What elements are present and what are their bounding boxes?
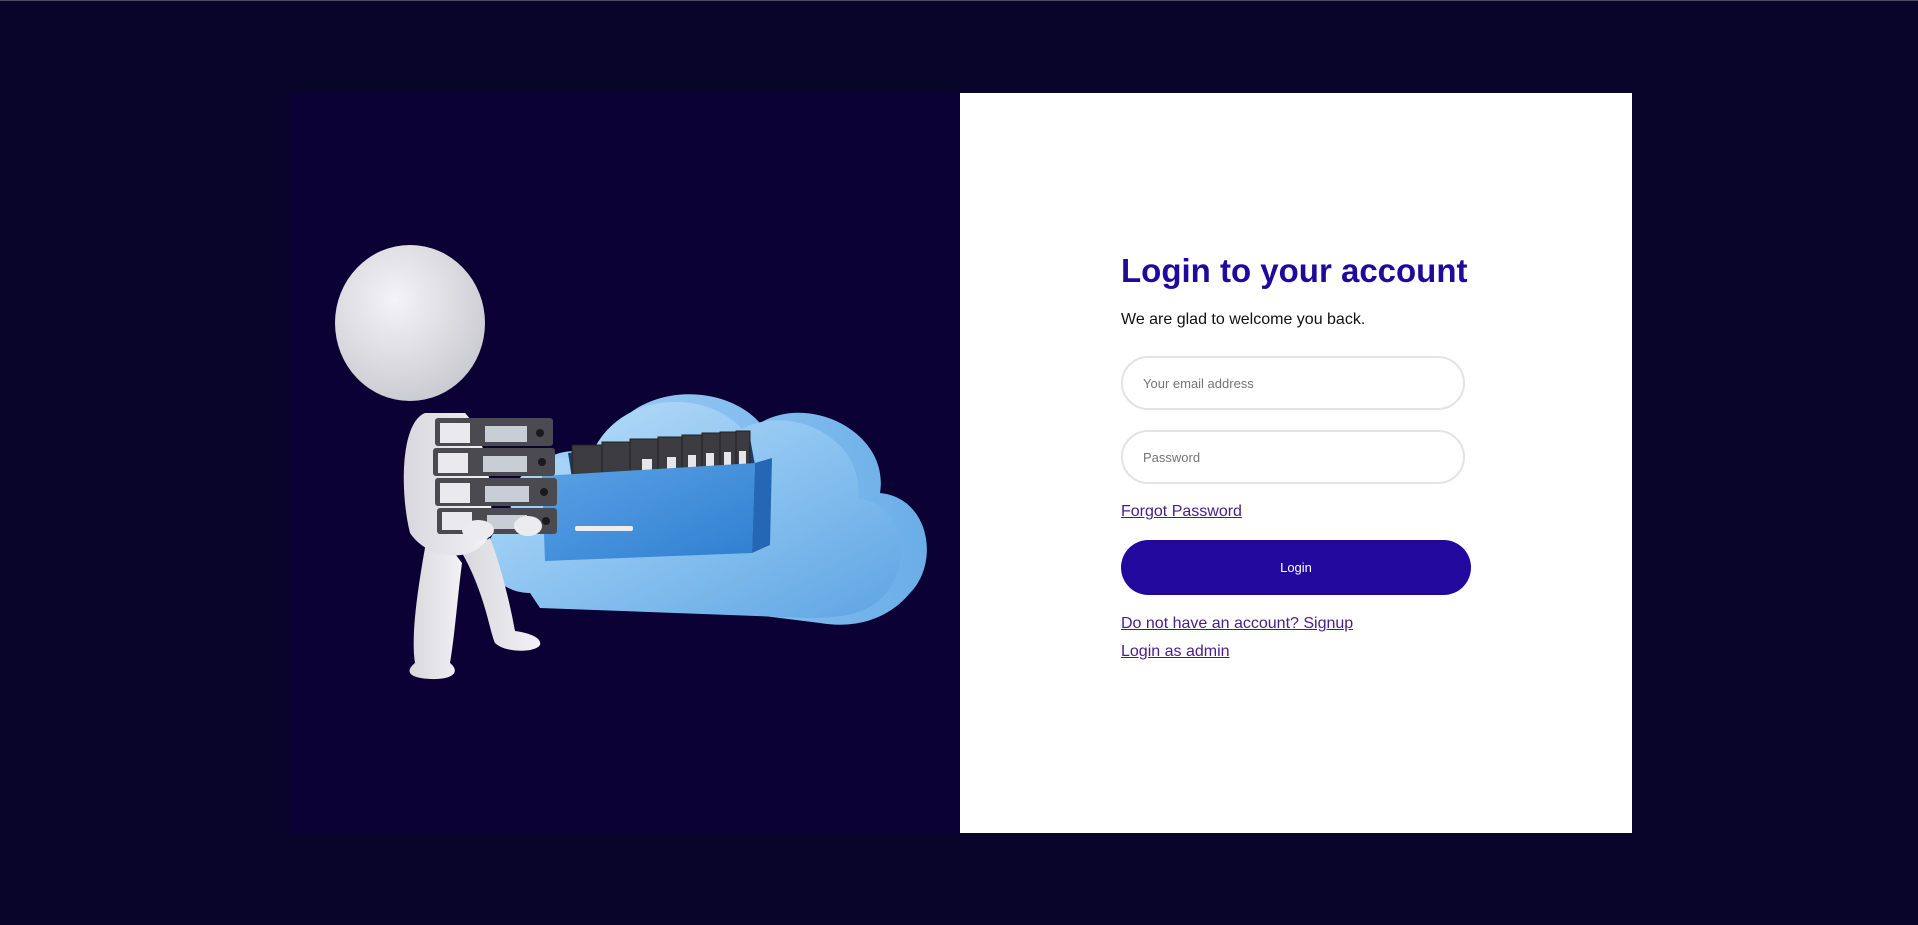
forgot-password-link[interactable]: Forgot Password: [1121, 502, 1242, 522]
email-field[interactable]: [1121, 356, 1465, 410]
login-form: Login to your account We are glad to wel…: [1121, 251, 1481, 670]
admin-login-link[interactable]: Login as admin: [1121, 642, 1481, 662]
login-card: Login to your account We are glad to wel…: [290, 93, 1632, 833]
illustration-panel: [290, 93, 960, 833]
login-form-panel: Login to your account We are glad to wel…: [960, 93, 1632, 833]
welcome-subtitle: We are glad to welcome you back.: [1121, 311, 1366, 328]
signup-link[interactable]: Do not have an account? Signup: [1121, 614, 1481, 634]
top-border: [0, 0, 1918, 1]
cloud-storage-illustration: [335, 245, 927, 680]
auth-links: Do not have an account? Signup Login as …: [1121, 614, 1481, 662]
login-button[interactable]: Login: [1121, 540, 1471, 595]
page-title: Login to your account: [1121, 252, 1468, 289]
password-field[interactable]: [1121, 430, 1465, 484]
